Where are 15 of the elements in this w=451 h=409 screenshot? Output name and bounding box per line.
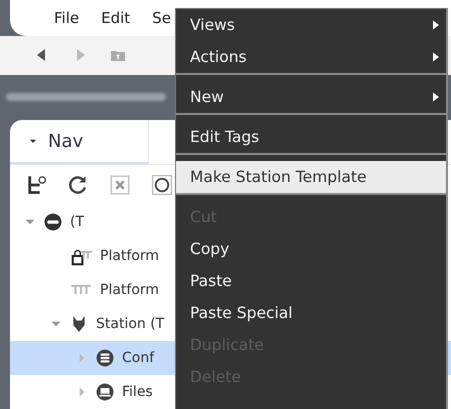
menu-label: Actions (190, 48, 247, 66)
tree-label: Platform (100, 248, 160, 264)
tree-label: Station (T (96, 316, 164, 332)
menu-label: Make Station Template (190, 168, 367, 186)
menu-label: Copy (190, 240, 230, 258)
tree-label: (T (70, 214, 84, 230)
menu-label: New (190, 88, 224, 106)
menu-label: Views (190, 16, 235, 34)
menu-label: Paste Special (190, 304, 293, 322)
tree-label: Platform (100, 282, 160, 298)
menu-label: Paste (190, 272, 232, 290)
tab-label: Nav (48, 130, 84, 152)
tree-label: Files (122, 384, 153, 400)
menu-label: Edit Tags (190, 128, 260, 146)
tree-label: Conf (122, 350, 154, 366)
